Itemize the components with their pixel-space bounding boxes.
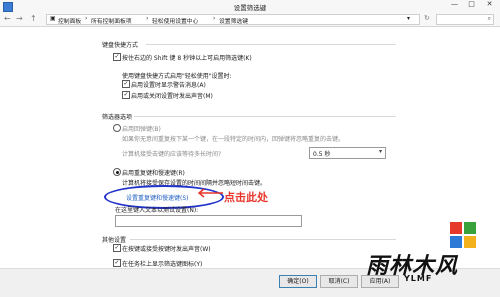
keyboard-shortcut-heading: 键盘快捷方式 bbox=[102, 42, 139, 49]
other-settings-heading: 其他设置 bbox=[102, 237, 127, 244]
breadcrumb-control-panel[interactable]: 控制面板 bbox=[58, 16, 81, 25]
maximize-button[interactable]: □ bbox=[463, 0, 480, 11]
window-title: 设置筛选键 bbox=[233, 4, 267, 12]
taskbar-icon-checkbox[interactable]: ✓ bbox=[113, 259, 121, 267]
keypress-sound-checkbox[interactable]: ✓ bbox=[113, 244, 121, 252]
forward-arrow-icon[interactable]: → bbox=[16, 14, 23, 23]
breadcrumb-ease-of-access[interactable]: 轻松使用设置中心 bbox=[152, 16, 198, 25]
shortcut-options-label: 使用键盘快捷方式启用"轻松使用"设置时: bbox=[122, 73, 232, 80]
repeat-keys-label: 启用重复键和慢速键(R) bbox=[122, 170, 185, 177]
bounce-wait-label: 计算机接受击键的应该等待多长时间? bbox=[122, 151, 222, 158]
sound-label: 启用或关闭设置时发出声音(M) bbox=[131, 93, 213, 100]
search-input[interactable]: ⌕ bbox=[436, 14, 494, 25]
test-text-label: 在这里键入文本以测试设置(N): bbox=[115, 207, 199, 214]
bounce-keys-description: 如果你无意间重复按下某一个键，在一段特定的时间内，回弹键将忽略重复的击键。 bbox=[122, 136, 345, 143]
address-folder-icon: ▣ bbox=[50, 16, 56, 22]
keypress-sound-label: 在按键或接受按键时发出声音(W) bbox=[122, 246, 211, 253]
arrow-icon bbox=[197, 188, 223, 198]
bounce-wait-select[interactable]: 0.5 秒 ▾ bbox=[309, 147, 386, 159]
search-icon: ⌕ bbox=[487, 15, 491, 22]
filter-options-heading: 筛选器选项 bbox=[102, 114, 133, 121]
address-dropdown-icon[interactable]: ▾ bbox=[407, 16, 410, 22]
bounce-keys-label: 启用回弹键(B) bbox=[122, 126, 161, 133]
minimize-button[interactable]: — bbox=[446, 0, 463, 11]
warning-message-label: 启用设置时显示警告消息(A) bbox=[131, 82, 206, 89]
test-text-input[interactable] bbox=[115, 215, 302, 227]
chevron-down-icon: ▾ bbox=[378, 148, 382, 155]
navigation-bar: ← → ↑ ▣ 控制面板 › 所有控制面板项 › 轻松使用设置中心 › 设置筛选… bbox=[0, 12, 500, 27]
address-bar[interactable]: ▣ 控制面板 › 所有控制面板项 › 轻松使用设置中心 › 设置筛选键 ▾ bbox=[46, 14, 420, 25]
sound-checkbox[interactable]: ✓ bbox=[122, 91, 130, 99]
warning-message-checkbox[interactable]: ✓ bbox=[122, 80, 130, 88]
ok-button[interactable]: 确定(O) bbox=[279, 275, 317, 288]
repeat-keys-radio[interactable] bbox=[113, 168, 121, 176]
up-arrow-icon[interactable]: ↑ bbox=[30, 14, 37, 23]
close-button[interactable]: ✕ bbox=[481, 0, 498, 11]
bounce-keys-radio[interactable] bbox=[113, 124, 121, 132]
watermark-sub: YLMF bbox=[404, 274, 433, 283]
enable-filter-keys-checkbox[interactable]: ✓ bbox=[113, 53, 121, 61]
breadcrumb-filter-keys[interactable]: 设置筛选键 bbox=[219, 16, 248, 25]
refresh-icon[interactable]: ↻ bbox=[424, 14, 430, 22]
breadcrumb-all-items[interactable]: 所有控制面板项 bbox=[91, 16, 132, 25]
back-arrow-icon[interactable]: ← bbox=[4, 14, 11, 23]
windows-logo-icon bbox=[450, 222, 476, 248]
bounce-wait-value: 0.5 秒 bbox=[313, 151, 331, 158]
taskbar-icon-label: 在任务栏上显示筛选键图标(Y) bbox=[122, 261, 203, 268]
callout-text: 点击此处 bbox=[224, 191, 268, 204]
cancel-button[interactable]: 取消(C) bbox=[320, 275, 358, 288]
enable-filter-keys-label: 按住右边的 Shift 键 8 秒钟以上可启用筛选键(K) bbox=[122, 55, 252, 62]
settings-content: 键盘快捷方式 ✓ 按住右边的 Shift 键 8 秒钟以上可启用筛选键(K) 使… bbox=[0, 27, 500, 268]
